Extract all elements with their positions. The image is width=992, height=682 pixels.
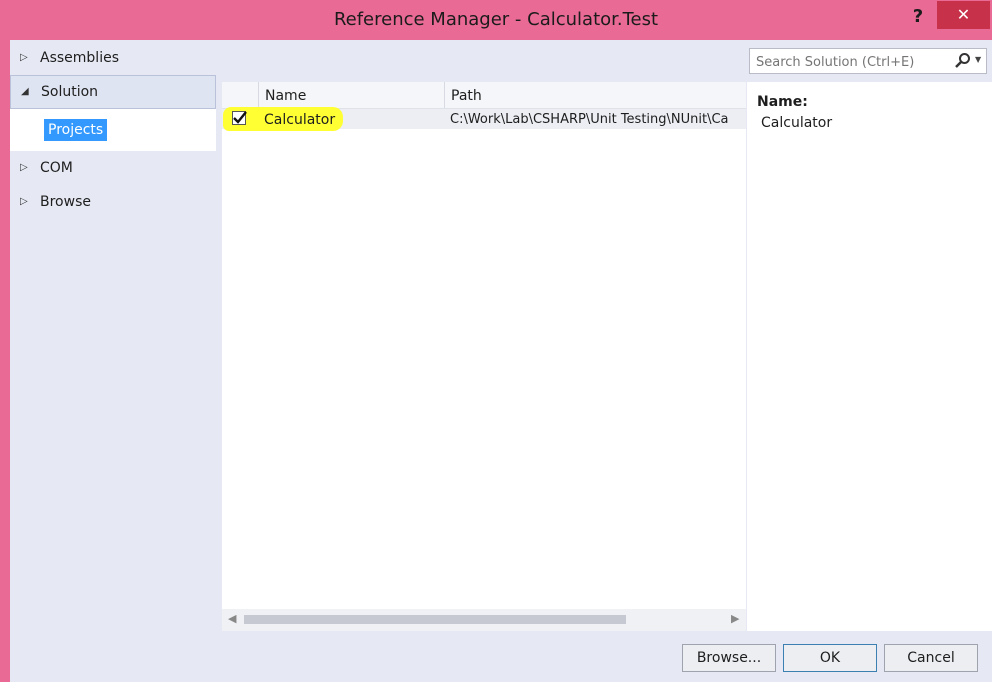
table-row[interactable]: Calculator C:\Work\Lab\CSHARP\Unit Testi… [222, 107, 746, 131]
help-button[interactable]: ? [906, 4, 930, 30]
expand-arrow-icon[interactable]: ▷ [20, 186, 34, 218]
search-box[interactable]: ▼ [749, 48, 987, 74]
checkmark-icon [233, 111, 247, 124]
expand-arrow-icon[interactable]: ▷ [20, 152, 34, 184]
nav-item-browse[interactable]: ▷ Browse [10, 186, 216, 218]
column-header-check[interactable] [222, 82, 258, 108]
details-name-label: Name: [757, 94, 808, 110]
collapse-arrow-icon[interactable]: ◢ [21, 76, 35, 108]
scroll-left-icon[interactable]: ◀ [228, 612, 236, 625]
ok-button[interactable]: OK [783, 644, 877, 672]
nav-subitem-projects[interactable]: Projects [44, 119, 108, 141]
cancel-button[interactable]: Cancel [884, 644, 978, 672]
search-input[interactable] [754, 51, 948, 73]
project-path-cell: C:\Work\Lab\CSHARP\Unit Testing\NUnit\Ca [450, 112, 729, 127]
reference-checkbox[interactable] [232, 111, 247, 125]
nav-item-assemblies[interactable]: ▷ Assemblies [10, 42, 216, 74]
details-pane: Name: Calculator [747, 82, 992, 631]
horizontal-scrollbar[interactable]: ◀ ▶ [222, 609, 746, 631]
grid-header: Name Path [222, 82, 746, 109]
dialog-body: ▷ Assemblies ◢ Solution Projects ▷ COM ▷… [10, 40, 992, 682]
solution-subitems: Projects [10, 109, 216, 151]
close-button[interactable]: ✕ [937, 1, 990, 29]
browse-button[interactable]: Browse... [682, 644, 776, 672]
details-name-value: Calculator [761, 115, 833, 131]
title-bar[interactable]: Reference Manager - Calculator.Test ? ✕ [0, 0, 992, 40]
scrollbar-thumb[interactable] [244, 615, 626, 624]
scroll-right-icon[interactable]: ▶ [731, 612, 739, 625]
nav-item-label: COM [40, 160, 73, 176]
nav-item-label: Assemblies [40, 50, 119, 66]
nav-item-label: Solution [41, 84, 99, 100]
reference-manager-window: Reference Manager - Calculator.Test ? ✕ … [0, 0, 992, 682]
project-name-cell: Calculator [264, 112, 336, 128]
projects-grid: Name Path Calculator C:\Work\Lab\CSHARP\… [222, 82, 746, 631]
search-dropdown-icon[interactable]: ▼ [975, 55, 981, 64]
nav-item-com[interactable]: ▷ COM [10, 152, 216, 184]
column-header-name[interactable]: Name [258, 82, 444, 108]
column-header-path[interactable]: Path [444, 82, 746, 108]
window-title: Reference Manager - Calculator.Test [333, 9, 659, 30]
category-nav: ▷ Assemblies ◢ Solution Projects ▷ COM ▷… [10, 40, 218, 636]
expand-arrow-icon[interactable]: ▷ [20, 42, 34, 74]
search-icon[interactable] [954, 52, 972, 70]
nav-item-label: Browse [40, 194, 91, 210]
nav-item-solution[interactable]: ◢ Solution [10, 75, 216, 109]
